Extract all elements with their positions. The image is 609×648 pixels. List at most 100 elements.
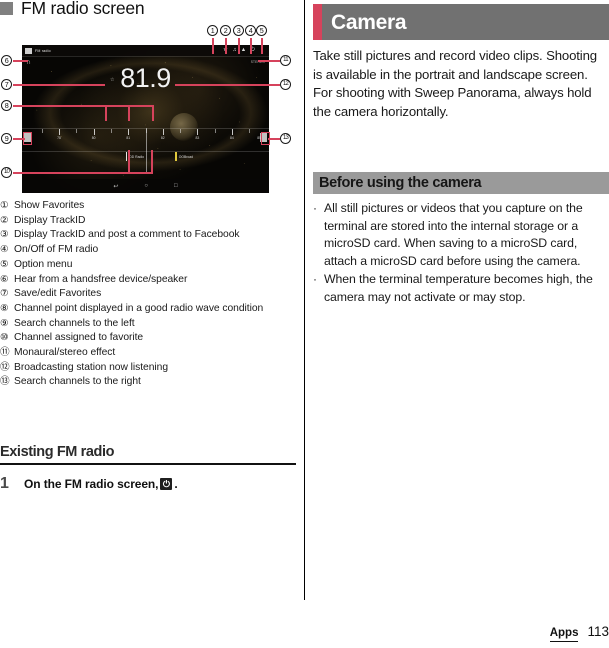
- favorite-label: DD Radio: [129, 154, 145, 159]
- bullet-item: · All still pictures or videos that you …: [313, 200, 609, 270]
- dial-tick-label: 84: [230, 136, 234, 140]
- legend-number: ⑫: [0, 361, 10, 373]
- leader-line-6: [13, 60, 28, 62]
- leader-line-10b: [151, 150, 153, 174]
- fm-radio-figure: FM radio ★ ♫ ▲ ⏻ ⋮ ∩ STEREO 81.9 ☆: [0, 22, 296, 197]
- legend-number: ⑧: [0, 302, 9, 314]
- callout-10: 10: [1, 167, 12, 178]
- right-column: Camera Take still pictures and record vi…: [313, 0, 609, 648]
- subsection-title: Existing FM radio: [0, 444, 115, 460]
- legend-number: ③: [0, 229, 9, 241]
- legend-item: ⑦ Save/edit Favorites: [0, 287, 296, 301]
- favorites-row: DD Radio OOBroad: [22, 152, 269, 166]
- legend-label: Display TrackID and post a comment to Fa…: [14, 229, 240, 241]
- legend-label: Channel point displayed in a good radio …: [14, 302, 264, 314]
- leader-line-11: [258, 60, 280, 62]
- facebook-post-icon[interactable]: ▲: [239, 45, 248, 56]
- subsection-rule: [0, 462, 296, 466]
- legend-item: ⑥ Hear from a handsfree device/speaker: [0, 273, 296, 287]
- dial-tick-label: 81: [126, 136, 131, 140]
- legend-number: ④: [0, 244, 9, 256]
- page-footer: Apps 113: [549, 624, 609, 642]
- home-icon[interactable]: ○: [144, 183, 148, 189]
- bullet-dot-icon: ·: [313, 201, 317, 215]
- legend-item: ⑧ Channel point displayed in a good radi…: [0, 302, 296, 316]
- legend-item: ① Show Favorites: [0, 199, 296, 213]
- leader-line-1: [212, 38, 214, 54]
- section-heading: FM radio screen: [0, 0, 145, 18]
- callout-1: 1: [207, 25, 218, 36]
- dial-tick-label: 83: [195, 136, 200, 140]
- leader-box-9: [23, 132, 32, 145]
- leader-line-8d: [105, 105, 107, 121]
- legend-item: ⑨ Search channels to the left: [0, 317, 296, 331]
- leader-line-8b: [152, 105, 154, 121]
- callout-9: 9: [1, 133, 12, 144]
- leader-line-3: [238, 38, 240, 54]
- legend-number: ⑦: [0, 288, 9, 300]
- left-column: FM radio screen FM radio ★ ♫ ▲ ⏻ ⋮: [0, 0, 296, 648]
- favorite-star-icon[interactable]: ☆: [110, 78, 114, 83]
- app-bar-divider: [22, 56, 269, 57]
- dial-tick-label: 80: [91, 136, 96, 140]
- leader-line-10: [13, 172, 152, 174]
- leader-line-7: [13, 84, 105, 86]
- legend-label: Search channels to the left: [14, 317, 135, 329]
- manual-page: FM radio screen FM radio ★ ♫ ▲ ⏻ ⋮: [0, 0, 609, 648]
- legend-label: Display TrackID: [14, 214, 86, 226]
- legend-item: ⑬ Search channels to the right: [0, 375, 296, 389]
- recents-icon[interactable]: □: [174, 183, 178, 189]
- callout-5: 5: [256, 25, 267, 36]
- legend-number: ⑩: [0, 332, 9, 344]
- bullet-list: · All still pictures or videos that you …: [313, 200, 609, 308]
- fm-radio-screenshot: FM radio ★ ♫ ▲ ⏻ ⋮ ∩ STEREO 81.9 ☆: [22, 45, 269, 193]
- legend-label: Hear from a handsfree device/speaker: [14, 273, 188, 285]
- step-number: 1: [0, 475, 9, 492]
- intro-paragraph: Take still pictures and record video cli…: [313, 48, 597, 119]
- bullet-text: All still pictures or videos that you ca…: [324, 201, 583, 268]
- callout-2: 2: [220, 25, 231, 36]
- callout-13: 13: [280, 133, 291, 144]
- chapter-header: Camera: [313, 4, 609, 40]
- footer-section-tab: Apps: [549, 627, 579, 642]
- legend-item: ⑤ Option menu: [0, 258, 296, 272]
- subsection-header-label: Before using the camera: [319, 174, 482, 191]
- favorite-channel[interactable]: OOBroad: [175, 152, 193, 161]
- legend-list: ① Show Favorites ② Display TrackID ③ Dis…: [0, 199, 296, 390]
- legend-item: ⑫ Broadcasting station now listening: [0, 361, 296, 375]
- app-logo-icon: [25, 47, 32, 54]
- section-bullet-square-icon: [0, 2, 13, 16]
- legend-label: Search channels to the right: [14, 376, 141, 388]
- power-icon[interactable]: ⏻: [160, 478, 173, 490]
- bullet-dot-icon: ·: [313, 272, 317, 287]
- subsection-header: Before using the camera: [313, 172, 609, 194]
- legend-label: Broadcasting station now listening: [14, 361, 168, 373]
- callout-12: 12: [280, 79, 291, 90]
- column-divider: [304, 0, 305, 600]
- system-navigation-bar: ↩ ○ □: [22, 179, 269, 193]
- app-bar-title: FM radio: [35, 48, 51, 53]
- back-icon[interactable]: ↩: [113, 183, 118, 190]
- callout-8: 8: [1, 100, 12, 111]
- legend-item: ② Display TrackID: [0, 214, 296, 228]
- step-text-before: On the FM radio screen,: [24, 477, 159, 491]
- favorite-marker-icon: [175, 152, 177, 161]
- procedure-step: 1 On the FM radio screen, ⏻ .: [0, 475, 296, 493]
- callout-6: 6: [1, 55, 12, 66]
- leader-line-2: [225, 38, 227, 54]
- legend-number: ⑬: [0, 376, 10, 388]
- app-bar: FM radio ★ ♫ ▲ ⏻ ⋮: [22, 45, 269, 56]
- legend-item: ⑩ Channel assigned to favorite: [0, 331, 296, 345]
- leader-line-8c: [128, 105, 130, 121]
- legend-number: ⑥: [0, 273, 9, 285]
- favorite-label: OOBroad: [178, 154, 194, 159]
- leader-line-4: [250, 38, 252, 54]
- page-number: 113: [587, 624, 609, 640]
- legend-label: Monaural/stereo effect: [14, 347, 116, 359]
- legend-label: On/Off of FM radio: [14, 244, 99, 256]
- dial-tick-label: 82: [160, 136, 165, 140]
- leader-line-5: [261, 38, 263, 54]
- legend-number: ⑤: [0, 258, 9, 270]
- leader-line-10c: [128, 150, 130, 174]
- leader-box-13: [261, 132, 270, 145]
